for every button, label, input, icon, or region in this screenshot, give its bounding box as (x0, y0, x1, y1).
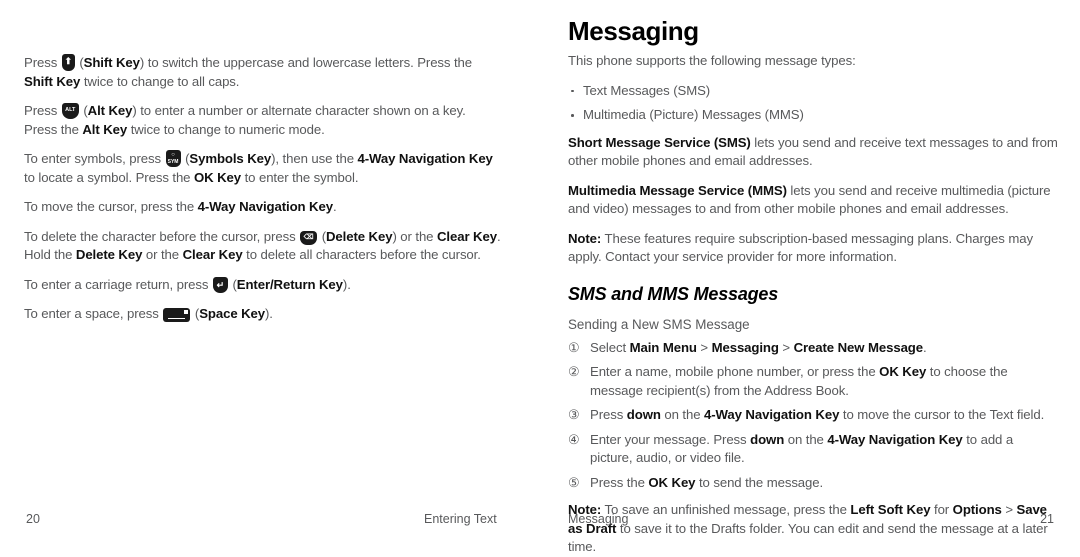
alt-key-para: Press ALT (Alt Key) to enter a number or… (24, 103, 466, 137)
procedure-step: ③ Press down on the 4-Way Navigation Key … (568, 406, 1058, 425)
emphasis-text: Messaging (711, 339, 779, 355)
emphasis-text: 4-Way Navigation Key (827, 431, 963, 447)
step-number: ④ (568, 431, 580, 447)
list-item: Multimedia (Picture) Messages (MMS) (568, 106, 1058, 125)
space-key-icon (163, 308, 191, 322)
emphasis-text: Delete Key (325, 228, 393, 244)
procedure-step: ④ Enter your message. Press down on the 4… (568, 431, 1058, 468)
emphasis-text: Alt Key (87, 103, 133, 118)
step-number: ③ (568, 407, 580, 422)
emphasis-text: Shift Key (24, 73, 81, 89)
subscription-note-para: Note: These features require subscriptio… (568, 230, 1033, 265)
emphasis-text: 4-Way Navigation Key (357, 151, 493, 166)
shift-key-icon: ⬆ (61, 54, 75, 71)
emphasis-text: OK Key (193, 169, 242, 185)
delete-key-para: To delete the character before the curso… (24, 228, 501, 263)
symbols-key-icon: ○ SYM (165, 150, 181, 167)
emphasis-text: Shift Key (83, 55, 140, 70)
step-text: Enter your message. Press down on the 4-… (590, 431, 1014, 466)
emphasis-text: Delete Key (75, 247, 143, 262)
emphasis-text: Symbols Key (189, 151, 272, 166)
emphasis-text: Multimedia Message Service (MMS) (568, 182, 787, 198)
emphasis-text: Short Message Service (SMS) (568, 134, 751, 150)
list-item: Text Messages (SMS) (568, 82, 1058, 101)
sending-sms-steps: ① Select Main Menu > Messaging > Create N… (568, 339, 1058, 493)
space-key-para: To enter a space, press (Space Key). (24, 306, 273, 322)
procedure-step: ① Select Main Menu > Messaging > Create N… (568, 339, 1058, 358)
step-number: ⑤ (568, 474, 580, 490)
footer-right-section: Messaging (568, 512, 629, 526)
message-types-list: Text Messages (SMS) Multimedia (Picture) … (568, 82, 1058, 125)
enter-return-key-icon: ↵ (212, 276, 228, 293)
shift-key-para: Press ⬆ (Shift Key) to switch the upperc… (24, 54, 473, 89)
step-text: Select Main Menu > Messaging > Create Ne… (590, 339, 927, 355)
step-text: Press the OK Key to send the message. (590, 474, 824, 490)
emphasis-text: Main Menu (629, 339, 697, 355)
emphasis-text: Alt Key (82, 121, 128, 137)
footer-right-page-number: 21 (1040, 512, 1054, 526)
left-page-column: Press ⬆ (Shift Key) to switch the upperc… (0, 0, 540, 540)
footer-left-section: Entering Text (424, 512, 497, 526)
procedure-title: Sending a New SMS Message (568, 316, 750, 332)
emphasis-text: down (750, 431, 785, 447)
emphasis-text: Enter/Return Key (236, 276, 343, 292)
symbols-key-para: To enter symbols, press ○ SYM (Symbols Ke… (24, 150, 493, 185)
mms-definition-para: Multimedia Message Service (MMS) lets yo… (568, 182, 1051, 217)
page-footer: 20 Entering Text Messaging 21 (0, 512, 1080, 530)
emphasis-text: Space Key (199, 306, 266, 321)
emphasis-text: Create New Message (793, 339, 924, 355)
sms-definition-para: Short Message Service (SMS) lets you sen… (568, 134, 1058, 169)
enter-key-para: To enter a carriage return, press ↵ (Ent… (24, 276, 351, 293)
emphasis-text: Clear Key (436, 228, 497, 244)
page-title: Messaging (568, 16, 699, 46)
list-item-label: Multimedia (Picture) Messages (MMS) (583, 107, 804, 122)
delete-key-icon: ⌫ (300, 230, 318, 245)
emphasis-text: 4-Way Navigation Key (704, 407, 840, 422)
emphasis-text: Clear Key (182, 247, 243, 262)
emphasis-text: OK Key (879, 364, 927, 379)
move-cursor-para: To move the cursor, press the 4-Way Navi… (24, 199, 337, 214)
list-item-label: Text Messages (SMS) (583, 82, 711, 98)
step-number: ② (568, 364, 580, 379)
procedure-step: ② Enter a name, mobile phone number, or p… (568, 363, 1058, 400)
emphasis-text: down (626, 407, 661, 422)
step-text: Enter a name, mobile phone number, or pr… (590, 364, 1008, 398)
bullet-dot-icon (571, 89, 574, 92)
emphasis-text: Note: (568, 230, 602, 246)
procedure-step: ⑤ Press the OK Key to send the message. (568, 474, 1058, 493)
left-page-body: Press ⬆ (Shift Key) to switch the upperc… (24, 54, 502, 324)
section-subheading: SMS and MMS Messages (568, 283, 779, 304)
manual-page-spread: Press ⬆ (Shift Key) to switch the upperc… (0, 0, 1080, 554)
alt-key-icon: ALT (61, 103, 79, 119)
bullet-dot-icon (571, 114, 574, 117)
emphasis-text: OK Key (648, 474, 696, 490)
intro-paragraph: This phone supports the following messag… (568, 53, 856, 68)
footer-left-page-number: 20 (26, 512, 40, 526)
step-number: ① (568, 339, 580, 355)
step-text: Press down on the 4-Way Navigation Key t… (590, 407, 1045, 422)
messaging-definitions: Short Message Service (SMS) lets you sen… (568, 134, 1058, 267)
emphasis-text: 4-Way Navigation Key (197, 199, 333, 214)
right-page-column: Messaging This phone supports the follow… (540, 0, 1080, 554)
